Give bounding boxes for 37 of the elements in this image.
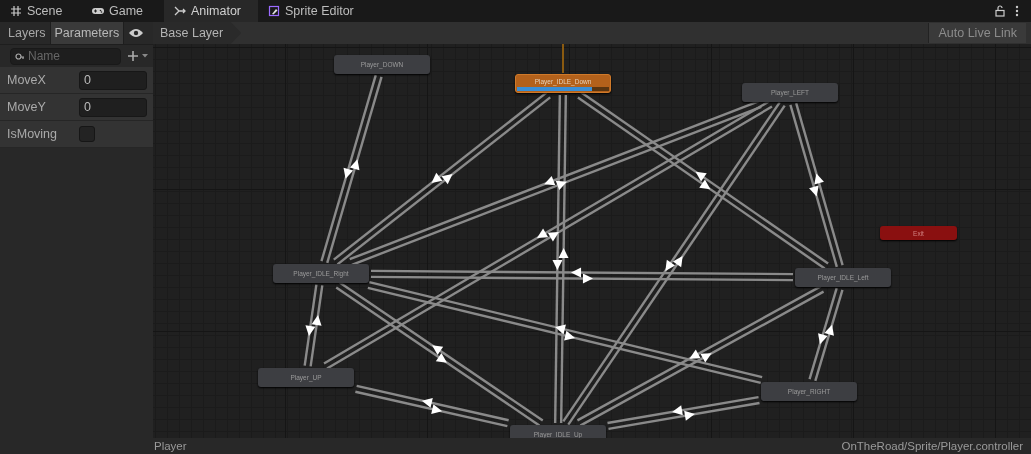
checkbox[interactable] [79,126,95,142]
window-tab[interactable]: Scene [0,0,82,22]
auto-live-link-button[interactable]: Auto Live Link [928,23,1026,43]
window-tab[interactable]: Animator [164,0,258,22]
grid-icon [10,5,22,17]
transition-arrow[interactable] [558,95,569,424]
window-tab[interactable]: Sprite Editor [258,0,366,22]
parameter-name: MoveY [7,100,47,114]
parameter-row[interactable]: MoveY 0 [0,94,153,121]
transition-arrow[interactable] [309,285,324,367]
transition-arrow[interactable] [814,289,844,382]
breadcrumb[interactable]: Base Layer [153,22,242,44]
transition-arrow[interactable] [808,287,838,380]
window-tab[interactable]: Game [82,0,164,22]
value-field[interactable]: 0 [79,70,147,90]
branch-arrow-icon [174,5,186,17]
add-dropdown-button[interactable] [127,50,149,62]
entry-transition-line [562,44,564,74]
parameter-row[interactable]: MoveX 0 [0,67,153,94]
lock-icon[interactable] [995,5,1005,17]
value-field[interactable]: 0 [79,97,147,117]
search-field[interactable]: Name [10,47,121,65]
panel-tab[interactable]: Layers [4,22,51,44]
transition-arrow[interactable] [303,284,318,366]
transition-arrow[interactable] [607,395,759,425]
transition-arrow[interactable] [608,401,760,431]
sprite-editor-icon [268,5,280,17]
transition-arrow[interactable] [552,94,563,423]
more-icon[interactable] [1015,5,1019,17]
parameter-name: IsMoving [7,127,59,141]
file-path: OnTheRoad/Sprite/Player.controller [841,440,1023,452]
status-text: Player [154,440,187,452]
search-icon [15,52,25,61]
parameter-name: MoveX [7,73,47,87]
panel-tab[interactable]: Parameters [50,22,125,44]
parameter-row[interactable]: IsMoving [0,121,153,148]
gamepad-icon [92,5,104,17]
